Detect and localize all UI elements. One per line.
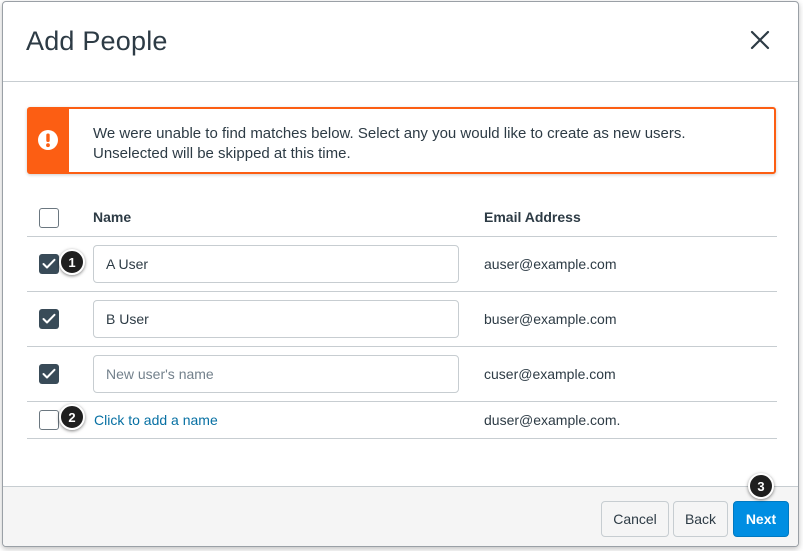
name-input[interactable] (93, 300, 459, 338)
email-text: duser@example.com. (484, 412, 621, 428)
alert-message: We were unable to find matches below. Se… (93, 125, 686, 162)
dialog-title: Add People (26, 26, 168, 56)
add-people-dialog: Add People We were unable to find matche… (2, 1, 799, 547)
select-all-checkbox[interactable] (39, 208, 59, 228)
name-column-header: Name (93, 209, 132, 225)
callout-badge: 3 (748, 473, 774, 499)
email-column-header: Email Address (484, 209, 581, 225)
next-button[interactable]: Next (733, 501, 789, 537)
cancel-button[interactable]: Cancel (601, 501, 669, 537)
dialog-footer: Cancel Back Next (3, 486, 798, 546)
callout-badge: 1 (59, 249, 85, 275)
table-row: auser@example.com (27, 237, 777, 292)
add-name-link[interactable]: Click to add a name (94, 412, 218, 428)
warning-alert: We were unable to find matches below. Se… (27, 107, 776, 174)
row-checkbox[interactable] (39, 254, 59, 274)
name-input[interactable] (93, 355, 459, 393)
row-checkbox[interactable] (39, 410, 59, 430)
name-input[interactable] (93, 245, 459, 283)
email-text: buser@example.com (484, 311, 617, 327)
alert-strip (29, 109, 69, 172)
table-row: cuser@example.com (27, 347, 777, 402)
back-button[interactable]: Back (673, 501, 728, 537)
warning-icon (38, 130, 58, 150)
email-text: auser@example.com (484, 256, 617, 272)
row-checkbox[interactable] (39, 364, 59, 384)
close-icon[interactable] (748, 28, 772, 52)
table-row: buser@example.com (27, 292, 777, 347)
dialog-header: Add People (3, 2, 798, 82)
callout-badge: 2 (59, 404, 85, 430)
table-header: Name Email Address (27, 200, 777, 237)
table-row: Click to add a name duser@example.com. (27, 402, 777, 439)
row-checkbox[interactable] (39, 309, 59, 329)
email-text: cuser@example.com (484, 366, 616, 382)
